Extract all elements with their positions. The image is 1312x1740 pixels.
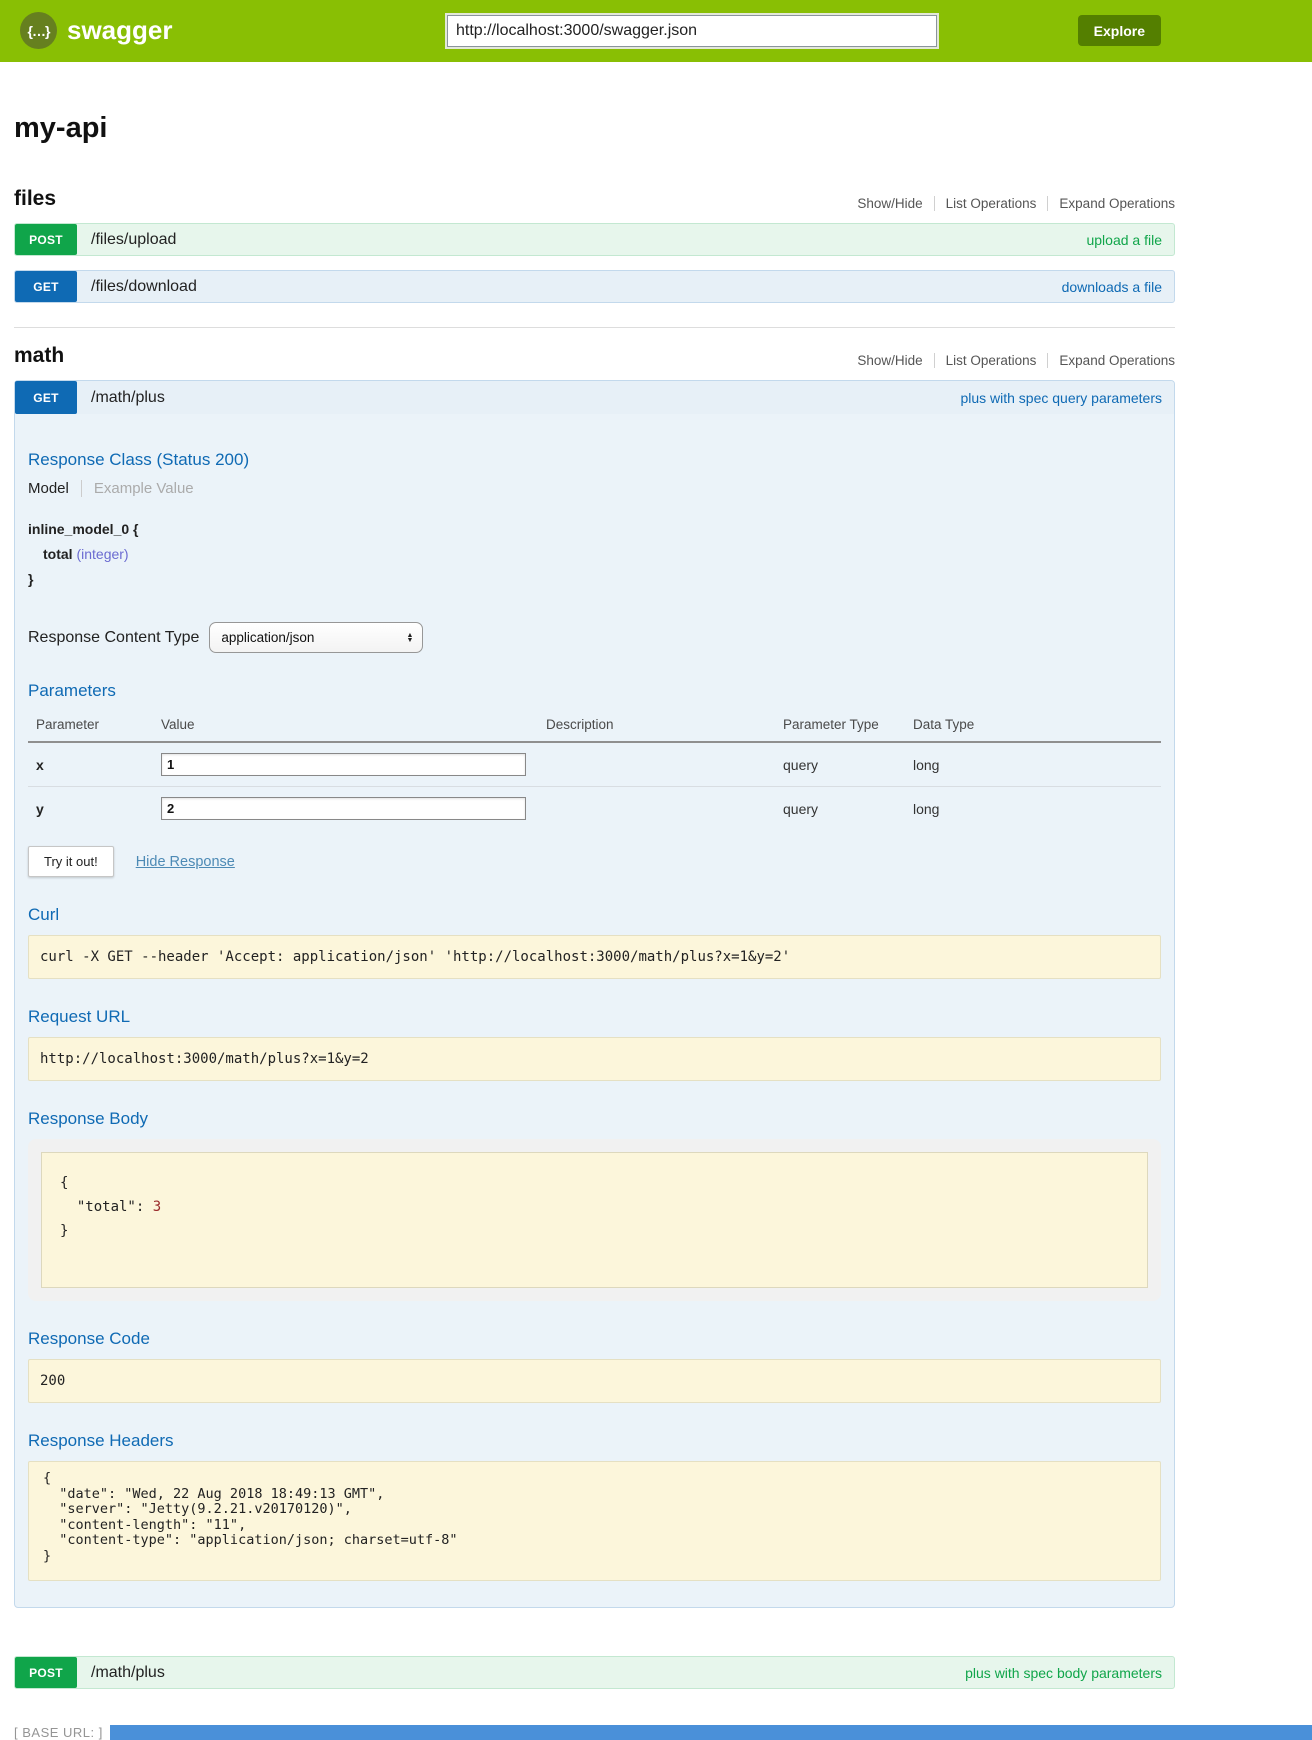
model-name: inline_model_0 { [28,517,1161,542]
curl-heading: Curl [28,905,1161,925]
parameter-row-y: y query long [28,787,1161,831]
swagger-logo-text: swagger [67,15,173,46]
response-content-type-select[interactable]: application/json ▲▼ [209,622,423,653]
model-close-brace: } [28,567,1161,592]
response-content-type-row: Response Content Type application/json ▲… [28,622,1161,653]
show-hide-link[interactable]: Show/Hide [846,196,933,211]
swagger-logo[interactable]: {…} swagger [20,12,173,49]
column-header-parameter: Parameter [28,711,153,742]
operation-get-math-plus[interactable]: GET /math/plus plus with spec query para… [15,381,1174,414]
operation-summary: plus with spec query parameters [960,390,1162,406]
try-it-out-row: Try it out! Hide Response [28,846,1161,877]
operation-summary: plus with spec body parameters [965,1665,1162,1681]
parameter-type: query [775,742,905,787]
method-badge-post: POST [15,224,77,255]
response-content-type-label: Response Content Type [28,629,199,647]
operation-post-files-upload[interactable]: POST /files/upload upload a file [14,223,1175,256]
parameter-data-type: long [905,742,1161,787]
operation-content: Response Class (Status 200) Model Exampl… [15,414,1174,1607]
expand-operations-link[interactable]: Expand Operations [1047,196,1175,211]
operation-get-files-download[interactable]: GET /files/download downloads a file [14,270,1175,303]
method-badge-get: GET [15,271,77,302]
response-class-tabs: Model Example Value [28,480,1161,497]
operation-path[interactable]: /math/plus [91,389,165,407]
explore-button[interactable]: Explore [1078,15,1161,46]
section-divider [14,327,1175,328]
top-bar: {…} swagger Explore [0,0,1312,62]
parameter-name: x [28,742,153,787]
column-header-data-type: Data Type [905,711,1161,742]
response-body-total-value: 3 [153,1199,161,1215]
response-headers-heading: Response Headers [28,1431,1161,1451]
parameter-name: y [28,787,153,831]
operation-path[interactable]: /files/upload [91,231,176,249]
files-section-header: files Show/Hide List Operations Expand O… [14,187,1175,211]
section-title-files: files [14,187,56,211]
operation-path[interactable]: /math/plus [91,1664,165,1682]
method-badge-get: GET [15,381,77,414]
column-header-value: Value [153,711,538,742]
parameters-table: Parameter Value Description Parameter Ty… [28,711,1161,830]
method-badge-post: POST [15,1657,77,1688]
expand-operations-link[interactable]: Expand Operations [1047,353,1175,368]
parameters-heading: Parameters [28,681,1161,701]
response-code-value: 200 [28,1359,1161,1403]
response-headers-json: { "date": "Wed, 22 Aug 2018 18:49:13 GMT… [28,1461,1161,1581]
response-body-json: { "total": 3 } [41,1152,1148,1288]
content-wrap: my-api files Show/Hide List Operations E… [14,112,1175,1740]
parameter-row-x: x query long [28,742,1161,787]
selected-content-type: application/json [221,630,314,645]
parameter-data-type: long [905,787,1161,831]
parameter-x-input[interactable] [161,753,526,776]
operation-post-math-plus[interactable]: POST /math/plus plus with spec body para… [14,1656,1175,1689]
request-url-value: http://localhost:3000/math/plus?x=1&y=2 [28,1037,1161,1081]
tab-example-value[interactable]: Example Value [81,480,194,497]
footer-bar [110,1725,1312,1740]
curl-command: curl -X GET --header 'Accept: applicatio… [28,935,1161,979]
parameter-description [538,787,775,831]
page-title: my-api [14,112,1175,145]
parameter-y-input[interactable] [161,797,526,820]
show-hide-link[interactable]: Show/Hide [846,353,933,368]
response-code-heading: Response Code [28,1329,1161,1349]
property-name: total [43,546,73,562]
tab-model[interactable]: Model [28,480,69,497]
request-url-heading: Request URL [28,1007,1161,1027]
response-class-heading: Response Class (Status 200) [28,450,1161,470]
operation-summary: upload a file [1086,232,1162,248]
model-property: total (integer) [43,542,1161,567]
property-type: (integer) [76,546,128,562]
operation-path[interactable]: /files/download [91,278,197,296]
response-body-container: { "total": 3 } [28,1139,1161,1301]
files-section-controls: Show/Hide List Operations Expand Operati… [846,196,1175,211]
swagger-braces-icon: {…} [20,12,57,49]
math-section-header: math Show/Hide List Operations Expand Op… [14,344,1175,368]
column-header-parameter-type: Parameter Type [775,711,905,742]
parameters-header-row: Parameter Value Description Parameter Ty… [28,711,1161,742]
parameter-type: query [775,787,905,831]
model-signature: inline_model_0 { total (integer) } [28,517,1161,592]
spec-url-input[interactable] [447,15,937,47]
math-section-controls: Show/Hide List Operations Expand Operati… [846,353,1175,368]
list-operations-link[interactable]: List Operations [934,196,1048,211]
hide-response-link[interactable]: Hide Response [136,854,235,870]
operation-get-math-plus-expanded: GET /math/plus plus with spec query para… [14,380,1175,1608]
column-header-description: Description [538,711,775,742]
operation-summary: downloads a file [1062,279,1162,295]
response-body-heading: Response Body [28,1109,1161,1129]
section-title-math: math [14,344,64,368]
try-it-out-button[interactable]: Try it out! [28,846,114,877]
list-operations-link[interactable]: List Operations [934,353,1048,368]
select-arrows-icon: ▲▼ [406,633,413,643]
parameter-description [538,742,775,787]
